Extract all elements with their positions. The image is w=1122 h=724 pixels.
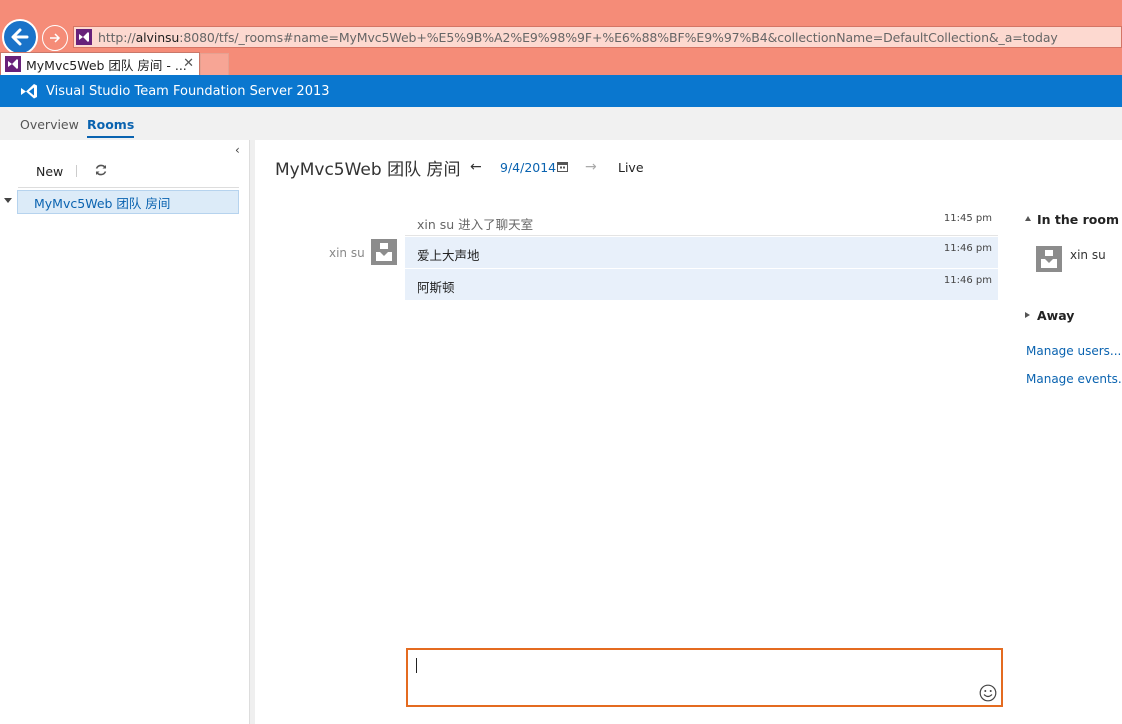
hub-nav: Overview Rooms (0, 107, 1122, 140)
vs-favicon-icon (76, 29, 92, 45)
forward-button[interactable] (42, 25, 68, 51)
browser-chrome: http://alvinsu:8080/tfs/_rooms#name=MyMv… (0, 0, 1122, 75)
message-sender: xin su (329, 246, 365, 260)
address-bar[interactable]: http://alvinsu:8080/tfs/_rooms#name=MyMv… (73, 26, 1122, 48)
tab-close-icon[interactable]: ✕ (183, 56, 194, 71)
tree-expand-icon[interactable] (4, 198, 12, 203)
avatar (371, 239, 397, 265)
message-input[interactable] (406, 648, 1003, 707)
new-room-button[interactable]: New (36, 164, 63, 179)
away-header[interactable]: Away (1037, 308, 1074, 323)
tab-rooms[interactable]: Rooms (87, 117, 135, 138)
chat-message-text: 爱上大声地 (417, 248, 480, 263)
room-list-item[interactable]: MyMvc5Web 团队 房间 (17, 190, 239, 214)
in-room-header[interactable]: In the room (1037, 212, 1119, 227)
calendar-icon[interactable] (557, 161, 568, 172)
browser-tab[interactable]: MyMvc5Web 团队 房间 - ... ✕ (0, 52, 200, 75)
vs-favicon-icon (5, 56, 21, 72)
next-day-arrow-icon[interactable]: → (585, 159, 597, 175)
chat-message: 阿斯顿 11:46 pm (405, 269, 998, 300)
chat-main: MyMvc5Web 团队 房间 ← 9/4/2014 → Live xin su… (255, 140, 1122, 724)
toolbar-separator (76, 165, 77, 177)
back-arrow-icon (11, 28, 29, 46)
refresh-icon[interactable] (94, 163, 108, 177)
previous-day-arrow-icon[interactable]: ← (470, 159, 482, 175)
rooms-panel: ‹ New MyMvc5Web 团队 房间 (0, 140, 250, 724)
user-avatar-icon (371, 239, 397, 265)
tab-overview[interactable]: Overview (20, 117, 79, 132)
collapse-panel-icon[interactable]: ‹ (235, 143, 240, 157)
message-time: 11:46 pm (943, 275, 992, 286)
toolbar-divider (18, 187, 239, 188)
brand-title: Visual Studio Team Foundation Server 201… (46, 83, 330, 99)
forward-arrow-icon (50, 33, 61, 43)
message-time: 11:46 pm (943, 243, 992, 254)
chat-message: 爱上大声地 11:46 pm (405, 237, 998, 268)
system-message: xin su 进入了聊天室 11:45 pm (405, 208, 998, 236)
member-avatar (1036, 246, 1062, 272)
room-title: MyMvc5Web 团队 房间 (275, 160, 461, 180)
tab-title: MyMvc5Web 团队 房间 - ... (26, 57, 187, 73)
url-text: http://alvinsu:8080/tfs/_rooms#name=MyMv… (98, 29, 1058, 45)
vs-logo-icon (21, 84, 37, 99)
user-avatar-icon (1036, 246, 1062, 272)
emoticon-icon[interactable] (979, 684, 997, 702)
expand-away-icon[interactable] (1025, 312, 1030, 318)
date-link[interactable]: 9/4/2014 (500, 160, 556, 175)
manage-events-link[interactable]: Manage events... (1026, 372, 1122, 386)
chat-message-text: 阿斯顿 (417, 280, 455, 295)
live-link[interactable]: Live (618, 160, 644, 175)
manage-users-link[interactable]: Manage users... (1026, 344, 1121, 358)
room-item-label: MyMvc5Web 团队 房间 (34, 195, 171, 211)
back-button[interactable] (2, 19, 38, 55)
member-name: xin su (1070, 248, 1106, 262)
message-time: 11:45 pm (943, 213, 992, 224)
collapse-in-room-icon[interactable] (1025, 216, 1031, 221)
system-message-text: xin su 进入了聊天室 (417, 217, 534, 232)
new-tab-button[interactable] (200, 53, 229, 75)
tfs-header: Visual Studio Team Foundation Server 201… (0, 75, 1122, 107)
text-caret (416, 658, 417, 673)
